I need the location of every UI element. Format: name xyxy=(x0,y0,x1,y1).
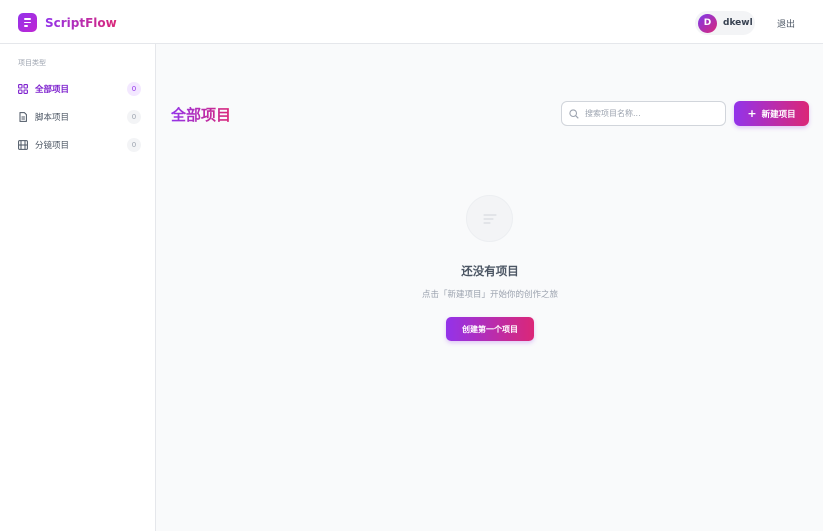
sidebar-item-count: 0 xyxy=(127,82,141,96)
list-icon xyxy=(466,195,513,242)
sidebar-item-storyboard-projects[interactable]: 分镜项目 0 xyxy=(10,134,146,156)
sidebar-item-count: 0 xyxy=(127,138,141,152)
empty-state-title: 还没有项目 xyxy=(461,264,519,278)
sidebar-item-count: 0 xyxy=(127,110,141,124)
search-input[interactable] xyxy=(585,109,715,118)
sidebar-item-label: 脚本项目 xyxy=(35,113,70,123)
sidebar-item-script-projects[interactable]: 脚本项目 0 xyxy=(10,106,146,128)
new-project-button[interactable]: + 新建项目 xyxy=(734,101,809,126)
sidebar: 项目类型 全部项目 0 脚本项目 0 分镜项目 0 xyxy=(0,44,156,531)
user-chip[interactable]: D dkewl xyxy=(695,11,755,35)
avatar: D xyxy=(698,13,717,33)
top-header: ScriptFlow D dkewl 退出 xyxy=(0,0,823,44)
search-box[interactable] xyxy=(561,101,726,126)
document-icon xyxy=(18,112,28,122)
empty-state-subtitle: 点击「新建项目」开始你的创作之旅 xyxy=(421,290,558,300)
sidebar-item-all-projects[interactable]: 全部项目 0 xyxy=(10,78,146,100)
new-project-label: 新建项目 xyxy=(761,109,796,120)
search-icon xyxy=(569,104,579,123)
sidebar-item-label: 分镜项目 xyxy=(35,141,70,151)
film-icon xyxy=(18,140,28,150)
app-name: ScriptFlow xyxy=(45,15,117,30)
brand[interactable]: ScriptFlow xyxy=(18,13,117,32)
plus-icon: + xyxy=(747,107,757,120)
page-title: 全部项目 xyxy=(171,106,232,124)
logout-button[interactable]: 退出 xyxy=(777,17,795,30)
username: dkewl xyxy=(723,18,753,28)
sidebar-heading: 项目类型 xyxy=(18,59,46,67)
sidebar-item-label: 全部项目 xyxy=(35,85,70,95)
app-logo-icon xyxy=(18,13,37,32)
create-first-project-button[interactable]: 创建第一个项目 xyxy=(446,317,534,341)
grid-icon xyxy=(18,84,28,94)
